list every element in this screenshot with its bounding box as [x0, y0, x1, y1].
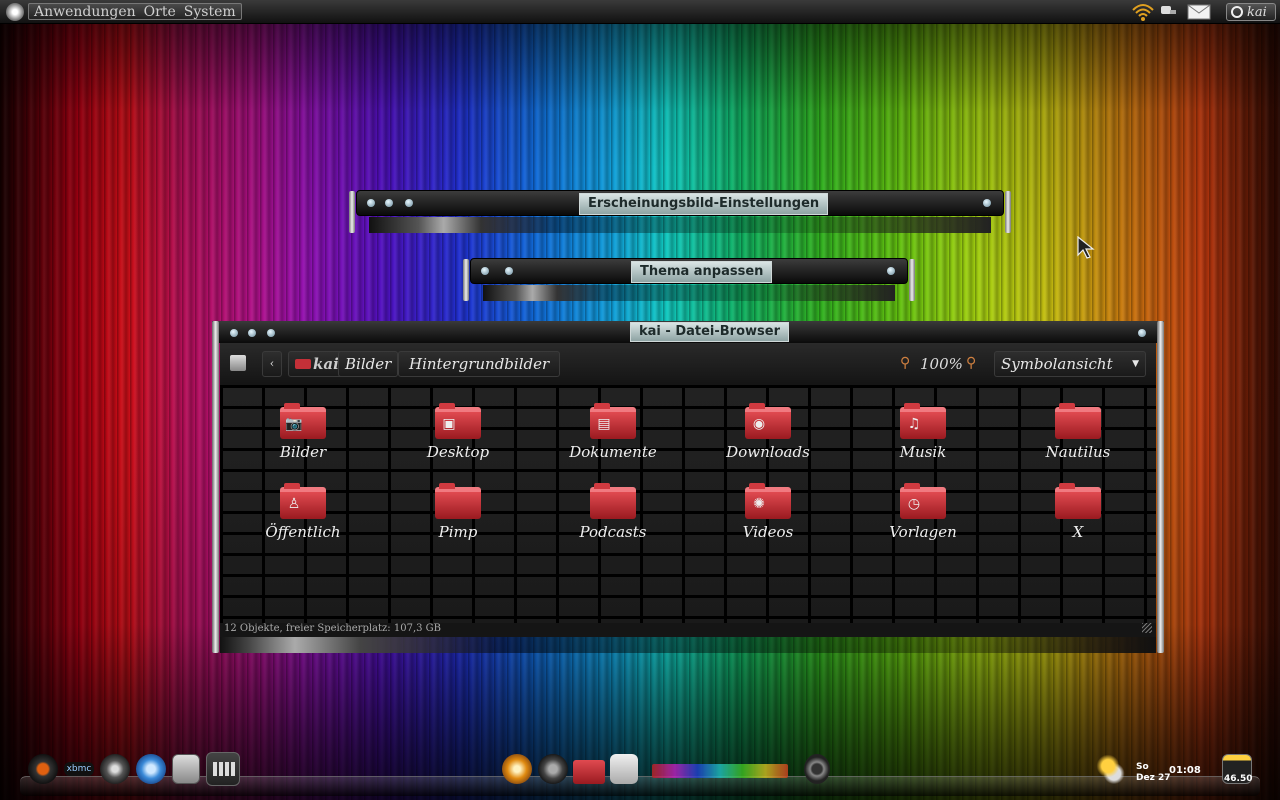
close-button[interactable] [481, 267, 489, 275]
menu-applications[interactable]: Anwendungen [34, 4, 136, 20]
window-reflection [483, 285, 895, 301]
folder-icon: ✺ [745, 483, 791, 519]
window-edge-right [909, 259, 915, 301]
window-edge-left [349, 191, 355, 233]
folder-item-desktop[interactable]: ▣ Desktop [398, 403, 518, 461]
ubuntu-logo-icon[interactable] [6, 3, 24, 21]
clock-day: So [1136, 762, 1149, 772]
location-toggle-button[interactable] [230, 355, 246, 371]
breadcrumb-item-current[interactable]: Hintergrundbilder [398, 351, 561, 377]
window-edge-right [1005, 191, 1011, 233]
folder-icon: 📷 [280, 403, 326, 439]
folder-icon [1055, 483, 1101, 519]
folder-icon: ◷ [900, 483, 946, 519]
window-title: Thema anpassen [631, 261, 773, 283]
home-folder-icon [295, 359, 311, 369]
user-menu-button[interactable]: kai [1226, 3, 1276, 21]
folder-item-dokumente[interactable]: ▤ Dokumente [553, 403, 673, 461]
user-name: kai [1247, 4, 1267, 20]
chevron-down-icon: ▼ [1132, 359, 1139, 369]
view-mode-select[interactable]: Symbolansicht ▼ [994, 351, 1146, 377]
breadcrumb-item[interactable]: Bilder [338, 351, 399, 377]
folder-icon: ▤ [590, 403, 636, 439]
close-button[interactable] [230, 329, 238, 337]
folder-icon [1055, 403, 1101, 439]
window-menu-button[interactable] [887, 267, 895, 275]
folder-item-x[interactable]: X [1018, 483, 1138, 541]
resize-grip-icon[interactable] [1142, 623, 1152, 633]
window-menu-button[interactable] [1138, 329, 1146, 337]
window-reflection [369, 217, 991, 233]
folder-item-podcasts[interactable]: Podcasts [553, 483, 673, 541]
file-cabinet-icon[interactable] [172, 754, 200, 784]
power-icon [1231, 6, 1243, 18]
close-button[interactable] [367, 199, 375, 207]
maximize-button[interactable] [405, 199, 413, 207]
dock: xbmc So Dez 27 01:08 46.50 [0, 752, 1280, 800]
file-browser-window[interactable]: kai - Datei-Browser ‹ kai Bilder Hinterg… [212, 321, 1164, 653]
chrome-icon[interactable] [136, 754, 166, 784]
window-edge-left [212, 321, 219, 653]
window-edge-right [1157, 321, 1164, 653]
folder-item-videos[interactable]: ✺ Videos [708, 483, 828, 541]
folder-icon [435, 483, 481, 519]
folder-icon [590, 483, 636, 519]
maximize-button[interactable] [267, 329, 275, 337]
window-title: Erscheinungsbild-Einstellungen [579, 193, 829, 215]
window-titlebar[interactable]: kai - Datei-Browser [212, 321, 1164, 343]
folder-icon[interactable] [573, 760, 605, 784]
folder-item-vorlagen[interactable]: ◷ Vorlagen [863, 483, 983, 541]
clock-date: Dez 27 [1136, 773, 1171, 783]
file-browser-body: ‹ kai Bilder Hintergrundbilder ⚲ 100% ⚲ … [220, 343, 1156, 637]
mouse-pointer-icon [1077, 236, 1095, 259]
folder-icon: ♙ [280, 483, 326, 519]
folder-icon: ▣ [435, 403, 481, 439]
ubuntu-tweak-icon[interactable] [100, 754, 130, 784]
folder-item-oeffentlich[interactable]: ♙ Öffentlich [243, 483, 363, 541]
calendar-icon[interactable] [206, 752, 240, 786]
window-title: kai - Datei-Browser [630, 322, 789, 342]
folder-item-downloads[interactable]: ◉ Downloads [708, 403, 828, 461]
minimize-button[interactable] [505, 267, 513, 275]
folder-icon: ♫ [900, 403, 946, 439]
clock-time[interactable]: 01:08 [1169, 765, 1201, 776]
gimp-icon[interactable] [502, 754, 532, 784]
breadcrumb-back-button[interactable]: ‹ [262, 351, 282, 377]
top-panel: Anwendungen Orte System kai [0, 0, 1280, 24]
folder-item-bilder[interactable]: 📷 Bilder [243, 403, 363, 461]
folder-icon: ◉ [745, 403, 791, 439]
mail-icon[interactable] [1184, 2, 1214, 22]
window-reflection [220, 637, 1156, 653]
minimize-button[interactable] [248, 329, 256, 337]
calendar-grid [213, 762, 235, 776]
weather-partly-cloudy-icon[interactable] [1096, 754, 1126, 784]
window-edge-left [463, 259, 469, 301]
folder-item-musik[interactable]: ♫ Musik [863, 403, 983, 461]
wifi-icon[interactable] [1130, 2, 1156, 22]
zoom-level: 100% [920, 355, 963, 373]
zoom-in-icon[interactable]: ⚲ [966, 355, 976, 371]
xbmc-icon[interactable]: xbmc [64, 762, 94, 776]
theme-window[interactable]: Thema anpassen [463, 258, 915, 301]
main-menu: Anwendungen Orte System [28, 3, 242, 20]
chat-icon[interactable] [1158, 2, 1180, 22]
menu-system[interactable]: System [184, 4, 236, 20]
folder-item-nautilus[interactable]: Nautilus [1018, 403, 1138, 461]
status-bar: 12 Objekte, freier Speicherplatz: 107,3 … [224, 623, 441, 634]
ubuntu-icon[interactable] [538, 754, 568, 784]
zoom-out-icon[interactable]: ⚲ [900, 355, 910, 371]
menu-places[interactable]: Orte [144, 4, 176, 20]
music-visualizer-icon[interactable] [652, 764, 788, 778]
terminal-icon[interactable] [610, 754, 638, 784]
window-menu-button[interactable] [983, 199, 991, 207]
folder-item-pimp[interactable]: Pimp [398, 483, 518, 541]
firefox-icon[interactable] [28, 754, 58, 784]
location-bar: ‹ kai Bilder Hintergrundbilder ⚲ 100% ⚲ … [220, 343, 1156, 383]
speaker-icon[interactable] [804, 754, 830, 784]
minimize-button[interactable] [385, 199, 393, 207]
battery-level: 46.50 [1224, 774, 1253, 784]
appearance-window[interactable]: Erscheinungsbild-Einstellungen [349, 190, 1011, 233]
